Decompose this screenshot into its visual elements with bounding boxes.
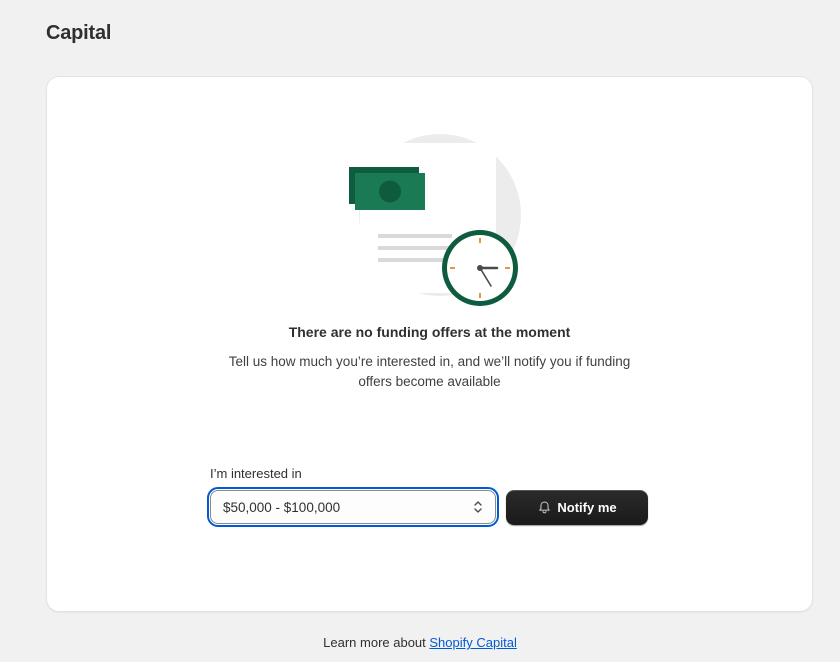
notify-me-button[interactable]: Notify me: [506, 490, 648, 525]
footer-learn-more: Learn more about Shopify Capital: [0, 635, 840, 650]
bell-icon: [539, 501, 551, 514]
notify-me-label: Notify me: [557, 500, 617, 515]
empty-state-description: Tell us how much you’re interested in, a…: [228, 354, 631, 389]
page-title: Capital: [46, 22, 112, 44]
select-chevron-icon: [474, 501, 482, 513]
amount-select[interactable]: $50,000 - $100,000: [207, 487, 499, 527]
shopify-capital-link[interactable]: Shopify Capital: [429, 635, 516, 650]
capital-card: There are no funding offers at the momen…: [47, 77, 812, 611]
document-money-clock-illustration: [349, 134, 521, 306]
amount-field-label: I’m interested in: [210, 466, 302, 481]
amount-select-value: $50,000 - $100,000: [223, 499, 341, 515]
footer-prefix: Learn more about: [323, 635, 430, 650]
empty-state-heading: There are no funding offers at the momen…: [288, 324, 571, 340]
